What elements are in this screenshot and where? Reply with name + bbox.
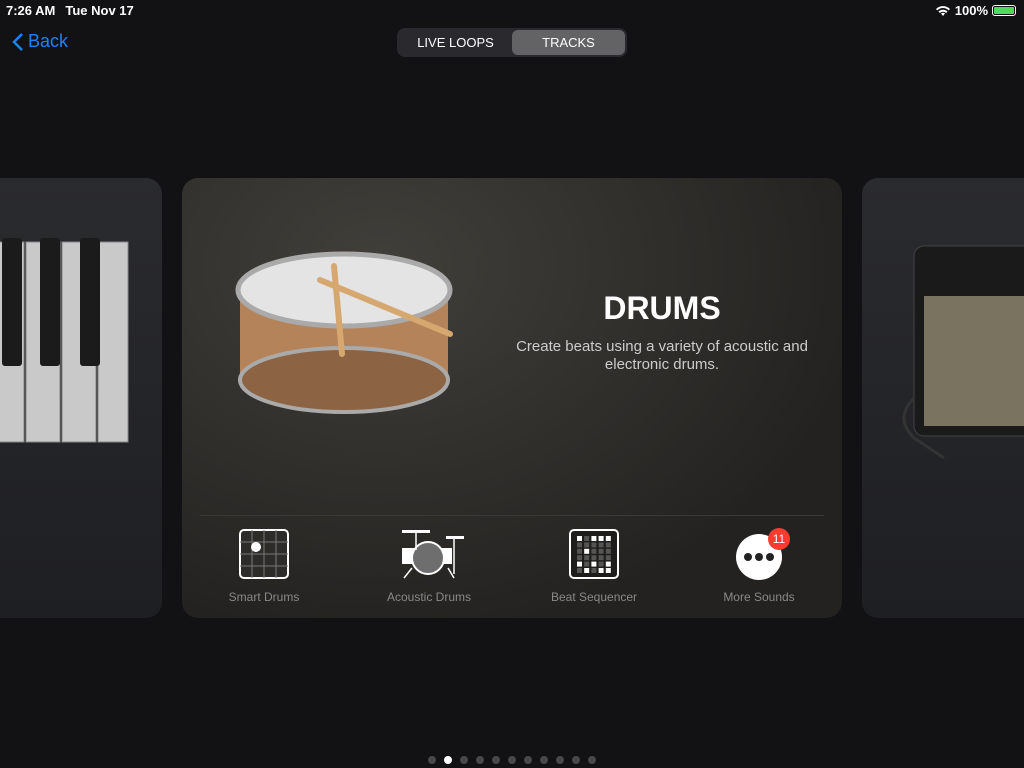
page-dot[interactable] <box>460 756 468 764</box>
guitar-amp-image <box>902 245 1024 460</box>
status-bar: 7:26 AM Tue Nov 17 <box>6 3 144 18</box>
tab-tracks[interactable]: TRACKS <box>512 30 625 55</box>
acoustic-drums-option[interactable]: Acoustic Drums <box>354 528 504 604</box>
page-dot[interactable] <box>572 756 580 764</box>
amp-card[interactable] <box>862 178 1024 618</box>
page-dot[interactable] <box>588 756 596 764</box>
option-label: Acoustic Drums <box>386 590 472 604</box>
drums-card[interactable]: DRUMS Create beats using a variety of ac… <box>182 178 842 618</box>
page-dot[interactable] <box>508 756 516 764</box>
option-label: Smart Drums <box>228 590 300 604</box>
page-dot[interactable] <box>444 756 452 764</box>
divider <box>200 515 824 516</box>
keyboard-card[interactable] <box>0 178 162 618</box>
instrument-description: Create beats using a variety of acoustic… <box>516 338 808 373</box>
beat-sequencer-option[interactable]: Beat Sequencer <box>519 528 669 604</box>
page-dot[interactable] <box>556 756 564 764</box>
smart-drums-option[interactable]: Smart Drums <box>189 528 339 604</box>
page-dot[interactable] <box>524 756 532 764</box>
back-button[interactable]: Back <box>12 31 68 52</box>
option-label: More Sounds <box>723 590 795 604</box>
beat-sequencer-icon <box>569 529 619 579</box>
back-label: Back <box>28 31 69 51</box>
status-date: Tue Nov 17 <box>65 3 134 18</box>
status-time: 7:26 AM <box>6 3 56 18</box>
mode-segmented-control: LIVE LOOPS TRACKS <box>397 28 627 57</box>
more-sounds-option[interactable]: 11 More Sounds <box>684 528 834 604</box>
battery-percent: 100% <box>954 3 988 18</box>
snare-drum-image <box>235 251 453 414</box>
chevron-left-icon <box>12 32 23 51</box>
page-indicator[interactable] <box>428 756 596 764</box>
battery-icon <box>992 5 1016 16</box>
instrument-title: DRUMS <box>603 290 721 326</box>
status-right: 100% <box>935 3 1016 18</box>
tab-live-loops[interactable]: LIVE LOOPS <box>399 30 512 55</box>
page-dot[interactable] <box>476 756 484 764</box>
piano-keys-image <box>0 238 129 443</box>
page-dot[interactable] <box>540 756 548 764</box>
page-dot[interactable] <box>492 756 500 764</box>
notification-badge: 11 <box>768 528 790 550</box>
drum-kit-icon <box>402 530 464 579</box>
wifi-icon <box>935 5 950 16</box>
page-dot[interactable] <box>428 756 436 764</box>
smart-drums-grid-icon <box>239 529 289 579</box>
option-label: Beat Sequencer <box>550 590 638 604</box>
